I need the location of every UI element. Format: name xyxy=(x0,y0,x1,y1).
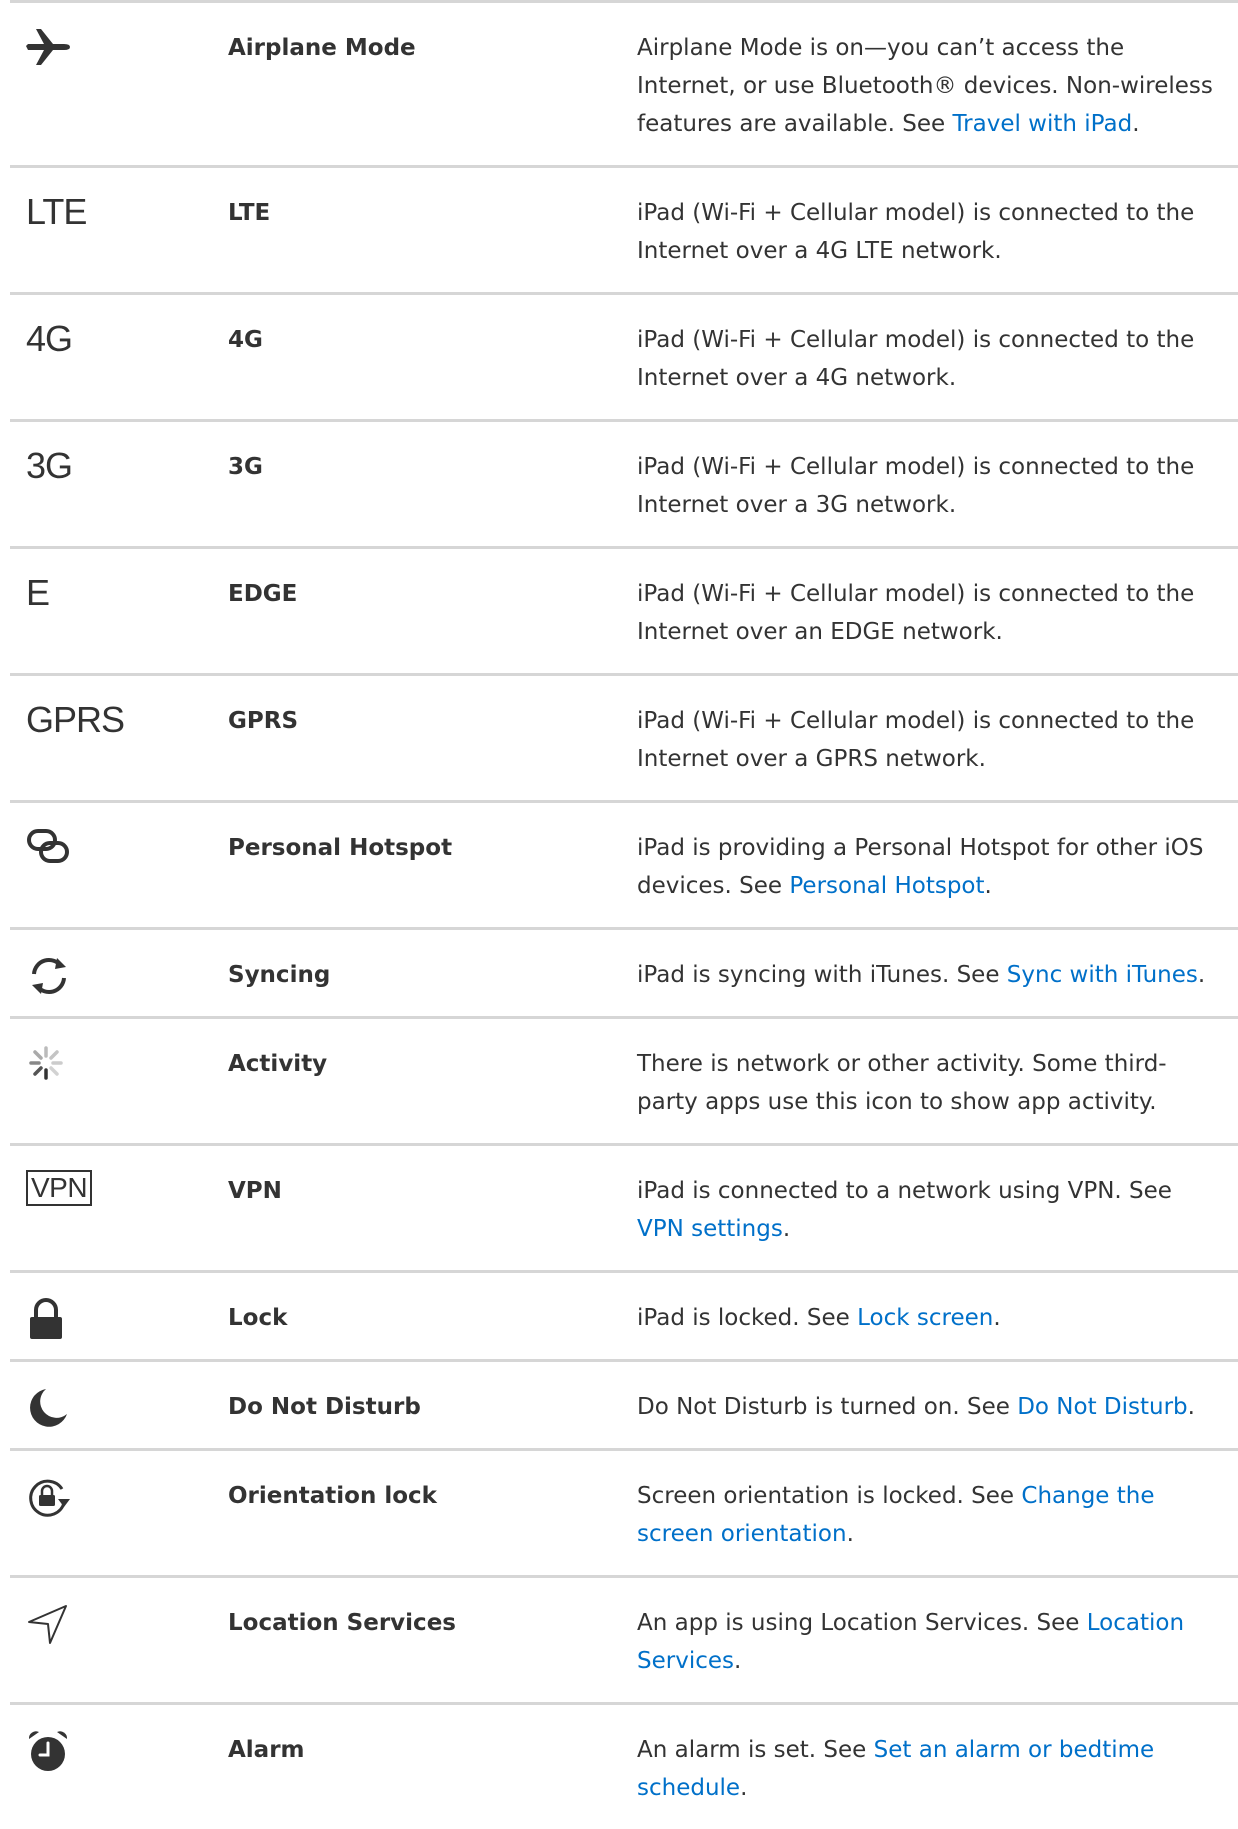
row-name: Alarm xyxy=(228,1737,305,1763)
table-row: 3G 3G iPad (Wi-Fi + Cellular model) is c… xyxy=(10,422,1238,549)
row-name: Syncing xyxy=(228,962,331,988)
table-row: Syncing iPad is syncing with iTunes. See… xyxy=(10,930,1238,1019)
activity-spinner-icon xyxy=(26,1043,106,1103)
3g-icon: 3G xyxy=(26,445,73,486)
table-row: E EDGE iPad (Wi-Fi + Cellular model) is … xyxy=(10,549,1238,676)
table-row: Personal Hotspot iPad is providing a Per… xyxy=(10,803,1238,930)
syncing-icon xyxy=(26,954,106,1014)
table-row: Lock iPad is locked. See Lock screen. xyxy=(10,1273,1238,1362)
table-row: Location Services An app is using Locati… xyxy=(10,1578,1238,1705)
row-name: GPRS xyxy=(228,708,299,734)
row-name: Orientation lock xyxy=(228,1483,437,1509)
row-description: iPad (Wi-Fi + Cellular model) is connect… xyxy=(637,708,1195,772)
row-name: Airplane Mode xyxy=(228,35,416,61)
row-description: iPad is connected to a network using VPN… xyxy=(637,1178,1172,1242)
vpn-icon: VPN xyxy=(26,1170,106,1230)
alarm-clock-icon xyxy=(26,1729,106,1789)
row-description: iPad (Wi-Fi + Cellular model) is connect… xyxy=(637,581,1195,645)
row-description: iPad is syncing with iTunes. See Sync wi… xyxy=(637,962,1206,988)
table-row: 4G 4G iPad (Wi-Fi + Cellular model) is c… xyxy=(10,295,1238,422)
row-name: EDGE xyxy=(228,581,298,607)
table-row: Alarm An alarm is set. See Set an alarm … xyxy=(10,1705,1238,1829)
row-name: Activity xyxy=(228,1051,328,1077)
orientation-lock-icon xyxy=(26,1475,106,1535)
status-icons-table: Airplane Mode Airplane Mode is on—you ca… xyxy=(10,0,1238,1829)
row-description: An app is using Location Services. See L… xyxy=(637,1610,1185,1674)
moon-icon xyxy=(26,1386,106,1446)
row-name: Location Services xyxy=(228,1610,456,1636)
lte-icon: LTE xyxy=(26,191,87,232)
row-description: Screen orientation is locked. See Change… xyxy=(637,1483,1155,1547)
row-name: LTE xyxy=(228,200,271,226)
row-description: iPad is locked. See Lock screen. xyxy=(637,1305,1001,1331)
vpn-icon-label: VPN xyxy=(26,1170,93,1206)
do-not-disturb-link[interactable]: Do Not Disturb xyxy=(1017,1394,1187,1420)
personal-hotspot-link[interactable]: Personal Hotspot xyxy=(789,873,984,899)
gprs-icon: GPRS xyxy=(26,699,125,740)
location-arrow-icon xyxy=(26,1602,106,1662)
sync-with-itunes-link[interactable]: Sync with iTunes xyxy=(1007,962,1198,988)
table-row: VPN VPN iPad is connected to a network u… xyxy=(10,1146,1238,1273)
row-name: Lock xyxy=(228,1305,288,1331)
row-description: An alarm is set. See Set an alarm or bed… xyxy=(637,1737,1155,1801)
table-row: Airplane Mode Airplane Mode is on—you ca… xyxy=(10,3,1238,168)
row-name: 3G xyxy=(228,454,263,480)
row-description: iPad (Wi-Fi + Cellular model) is connect… xyxy=(637,454,1195,518)
table-row: GPRS GPRS iPad (Wi-Fi + Cellular model) … xyxy=(10,676,1238,803)
row-name: 4G xyxy=(228,327,263,353)
4g-icon: 4G xyxy=(26,318,73,359)
vpn-settings-link[interactable]: VPN settings xyxy=(637,1216,783,1242)
travel-with-ipad-link[interactable]: Travel with iPad xyxy=(953,111,1133,137)
personal-hotspot-icon xyxy=(26,827,106,887)
table-row: Orientation lock Screen orientation is l… xyxy=(10,1451,1238,1578)
table-row: LTE LTE iPad (Wi-Fi + Cellular model) is… xyxy=(10,168,1238,295)
table-row: Do Not Disturb Do Not Disturb is turned … xyxy=(10,1362,1238,1451)
row-name: VPN xyxy=(228,1178,282,1204)
table-row: Activity There is network or other activ… xyxy=(10,1019,1238,1146)
lock-icon xyxy=(26,1297,106,1357)
edge-icon: E xyxy=(26,572,50,613)
airplane-icon xyxy=(26,27,106,87)
row-description: Do Not Disturb is turned on. See Do Not … xyxy=(637,1394,1195,1420)
row-description: iPad (Wi-Fi + Cellular model) is connect… xyxy=(637,200,1195,264)
row-description: iPad is providing a Personal Hotspot for… xyxy=(637,835,1204,899)
row-description: There is network or other activity. Some… xyxy=(637,1051,1167,1115)
row-name: Do Not Disturb xyxy=(228,1394,421,1420)
row-name: Personal Hotspot xyxy=(228,835,453,861)
lock-screen-link[interactable]: Lock screen xyxy=(857,1305,993,1331)
row-description: Airplane Mode is on—you can’t access the… xyxy=(637,35,1213,137)
row-description: iPad (Wi-Fi + Cellular model) is connect… xyxy=(637,327,1195,391)
